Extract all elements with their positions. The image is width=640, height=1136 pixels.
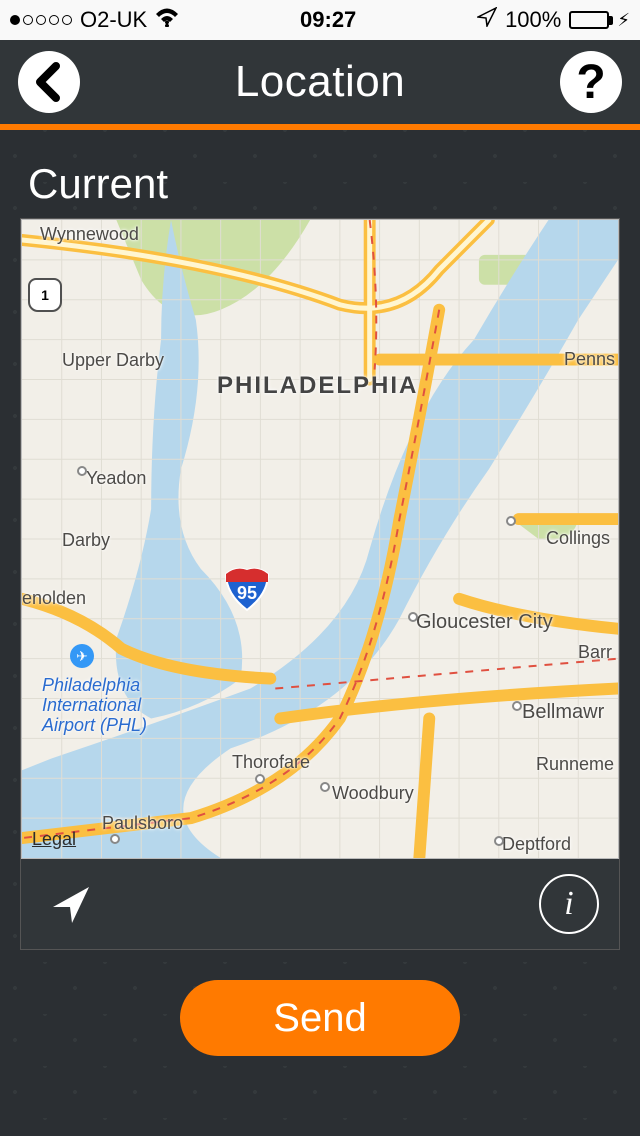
page-title: Location bbox=[235, 57, 405, 107]
interstate-shield: 95 bbox=[224, 566, 270, 612]
clock-label: 09:27 bbox=[300, 7, 356, 33]
map-place: Runneme bbox=[536, 754, 614, 775]
map-dot bbox=[77, 466, 87, 476]
map-poi-airport: Philadelphia International Airport (PHL) bbox=[42, 676, 147, 735]
map-place: Yeadon bbox=[86, 468, 146, 489]
map-place: Gloucester City bbox=[416, 611, 553, 634]
map-info-button[interactable]: i bbox=[539, 874, 599, 934]
map-dot bbox=[320, 782, 330, 792]
map-dot bbox=[512, 701, 522, 711]
map-view[interactable]: PHILADELPHIA Wynnewood Upper Darby Yeado… bbox=[21, 219, 619, 859]
map-place: Deptford bbox=[502, 834, 571, 855]
send-button[interactable]: Send bbox=[180, 980, 460, 1056]
map-place: Penns bbox=[564, 349, 615, 370]
battery-percent: 100% bbox=[505, 7, 561, 33]
location-indicator-icon bbox=[477, 7, 497, 33]
interstate-number: 95 bbox=[237, 583, 257, 612]
map-place: Barr bbox=[578, 642, 612, 663]
signal-dots-icon bbox=[10, 15, 72, 25]
map-dot bbox=[506, 516, 516, 526]
help-button[interactable]: ? bbox=[560, 51, 622, 113]
map-place: Darby bbox=[62, 530, 110, 551]
us-route-shield: 1 bbox=[28, 278, 62, 312]
map-toolbar: i bbox=[21, 859, 619, 949]
map-dot bbox=[110, 834, 120, 844]
content-area: Current bbox=[0, 130, 640, 1136]
info-icon: i bbox=[564, 885, 573, 923]
wifi-icon bbox=[155, 7, 179, 33]
back-button[interactable] bbox=[18, 51, 80, 113]
recenter-button[interactable] bbox=[41, 874, 101, 934]
map-place: Paulsboro bbox=[102, 813, 183, 834]
map-canvas bbox=[22, 220, 618, 858]
map-dot bbox=[255, 774, 265, 784]
map-city-main: PHILADELPHIA bbox=[217, 372, 418, 400]
map-legal-link[interactable]: Legal bbox=[32, 829, 76, 850]
status-left: O2-UK bbox=[10, 7, 179, 33]
nav-bar: Location ? bbox=[0, 40, 640, 130]
airport-icon: ✈ bbox=[70, 644, 94, 668]
us-route-number: 1 bbox=[41, 287, 49, 303]
map-dot bbox=[408, 612, 418, 622]
carrier-label: O2-UK bbox=[80, 7, 147, 33]
map-place: Thorofare bbox=[232, 752, 310, 773]
location-arrow-icon bbox=[50, 883, 92, 925]
section-label: Current bbox=[0, 160, 640, 218]
chevron-left-icon bbox=[34, 62, 64, 102]
map-place: Collings bbox=[546, 528, 610, 549]
map-dot bbox=[494, 836, 504, 846]
battery-icon bbox=[569, 11, 609, 29]
status-right: 100% ⚡︎ bbox=[477, 7, 630, 33]
map-place: Woodbury bbox=[332, 783, 414, 804]
charging-icon: ⚡︎ bbox=[617, 10, 630, 31]
status-bar: O2-UK 09:27 100% ⚡︎ bbox=[0, 0, 640, 40]
map-place: Wynnewood bbox=[40, 224, 139, 245]
map-place: Upper Darby bbox=[62, 350, 164, 371]
map-card: PHILADELPHIA Wynnewood Upper Darby Yeado… bbox=[20, 218, 620, 950]
map-place: Bellmawr bbox=[522, 701, 604, 724]
map-place: enolden bbox=[22, 588, 86, 609]
question-mark-icon: ? bbox=[576, 55, 605, 110]
